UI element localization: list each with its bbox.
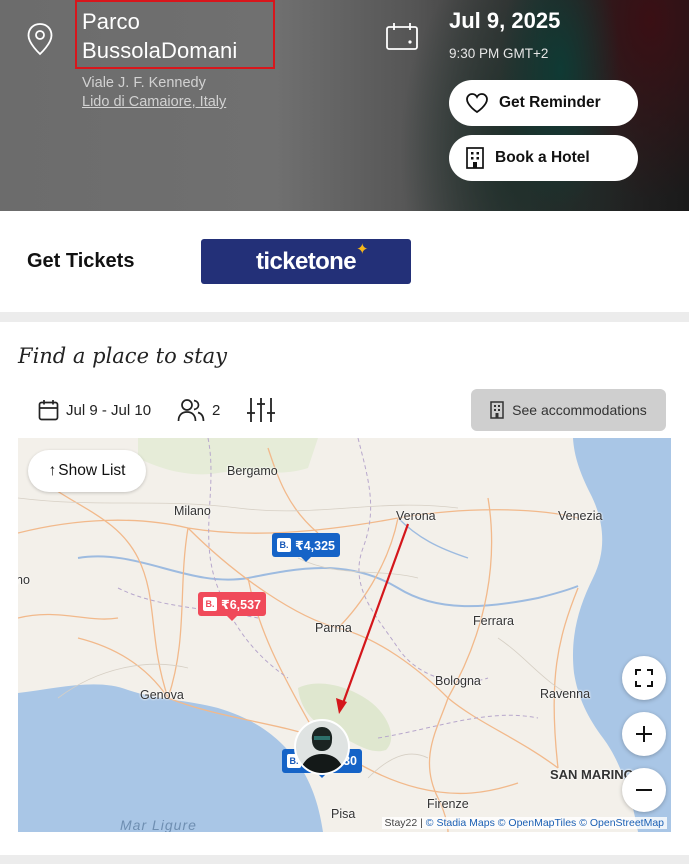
fullscreen-icon [635,669,653,687]
city-label: Milano [174,504,211,518]
arrow-up-icon: ↑ [48,462,57,479]
date-range: Jul 9 - Jul 10 [66,401,152,419]
tickets-section: Get Tickets ticketone ✦ [0,211,689,312]
heart-icon [466,93,488,114]
plus-icon [636,726,652,742]
zoom-in-button[interactable] [622,712,666,756]
artist-photo [296,721,348,773]
stay-section: Find a place to stay Jul 9 - Jul 10 2 Se… [0,322,689,855]
ticketone-logo: ticketone ✦ [256,240,369,275]
filter-settings-button[interactable] [246,397,283,423]
event-hero: Parco BussolaDomani Viale J. F. Kennedy … [0,0,689,211]
venue-name: Parco BussolaDomani [82,9,238,63]
attribution-prefix: Stay22 | [384,817,423,829]
building-icon [466,147,484,169]
venue-street: Viale J. F. Kennedy [82,75,206,91]
city-label: Bologna [435,674,481,688]
stay-filters: Jul 9 - Jul 10 2 [38,397,283,423]
minus-icon [636,789,652,791]
fullscreen-button[interactable] [622,656,666,700]
guests-filter[interactable]: 2 [177,398,220,422]
price-value: ₹4,325 [295,538,335,553]
calendar-icon [38,400,59,421]
stadia-link[interactable]: © Stadia Maps [426,817,495,829]
get-reminder-label: Get Reminder [499,94,601,111]
venue-marker-avatar[interactable] [294,719,350,775]
see-accommodations-label: See accommodations [512,402,647,418]
guest-count: 2 [212,401,221,419]
sea-label: Mar Ligure [120,817,197,832]
city-label: Parma [315,621,352,635]
get-reminder-button[interactable]: Get Reminder [449,80,638,126]
city-label: Ferrara [473,614,514,628]
star-icon: ✦ [356,240,369,258]
see-accommodations-button[interactable]: See accommodations [471,389,666,431]
price-value: ₹6,537 [221,597,261,612]
map-attribution: Stay22 | © Stadia Maps © OpenMapTiles © … [381,817,667,829]
building-icon [490,401,504,419]
date-filter[interactable]: Jul 9 - Jul 10 [38,399,151,421]
show-list-button[interactable]: ↑ Show List [28,450,146,492]
book-hotel-button[interactable]: Book a Hotel [449,135,638,181]
city-label: Bergamo [227,464,278,478]
openmaptiles-link[interactable]: © OpenMapTiles [498,817,577,829]
city-label: no [18,573,30,587]
venue-city-link[interactable]: Lido di Camaiore, Italy [82,94,226,110]
openstreetmap-link[interactable]: © OpenStreetMap [579,817,664,829]
sliders-icon [247,398,276,422]
page-divider [0,855,689,864]
calendar-icon [386,23,418,50]
zoom-out-button[interactable] [622,768,666,812]
city-label: Pisa [331,807,356,821]
city-label: SAN MARINO [550,767,634,782]
accommodation-map[interactable]: Bergamo Milano Verona Venezia Parma Ferr… [18,438,671,832]
price-marker[interactable]: B. ₹4,325 [272,533,340,562]
tickets-heading: Get Tickets [27,250,135,272]
event-time: 9:30 PM GMT+2 [449,46,549,61]
show-list-label: Show List [58,462,126,479]
stay-title: Find a place to stay [18,344,228,368]
city-label: Genova [140,688,184,702]
location-pin-icon [27,23,53,56]
book-hotel-label: Book a Hotel [495,149,590,166]
city-label: Venezia [558,509,603,523]
booking-icon: B. [203,597,217,611]
users-icon [177,399,205,422]
city-label: Firenze [427,797,469,811]
booking-icon: B. [277,538,291,552]
city-label: Verona [396,509,436,523]
event-date: Jul 9, 2025 [449,8,561,33]
ticketone-button[interactable]: ticketone ✦ [201,239,411,284]
city-label: Ravenna [540,687,591,701]
price-marker[interactable]: B. ₹6,537 [198,592,266,621]
